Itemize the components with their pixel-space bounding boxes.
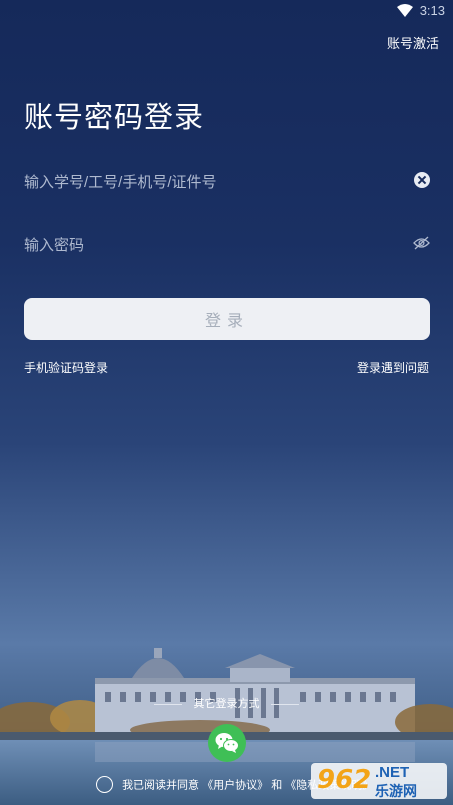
- watermark-number: 962: [317, 765, 372, 795]
- watermark-name: 乐游网: [375, 783, 417, 799]
- watermark-domain: .NET: [375, 764, 410, 781]
- login-screen: 3:13 账号激活 账号密码登录 登录 手机验证码登录 登录遇到问题: [0, 0, 453, 805]
- password-input[interactable]: [24, 228, 404, 262]
- password-field: [24, 228, 430, 262]
- user-agreement-link[interactable]: 《用户协议》: [202, 780, 268, 792]
- eye-off-icon[interactable]: [413, 236, 430, 250]
- account-field: [24, 165, 430, 199]
- other-login-methods: 其它登录方式: [0, 695, 453, 711]
- other-login-label: 其它登录方式: [193, 698, 260, 710]
- sms-login-link[interactable]: 手机验证码登录: [24, 359, 108, 376]
- agree-radio[interactable]: [96, 776, 113, 793]
- agreement-prefix: 我已阅读并同意: [122, 779, 200, 792]
- status-time: 3:13: [419, 3, 445, 18]
- login-button[interactable]: 登录: [24, 298, 430, 340]
- login-help-link[interactable]: 登录遇到问题: [357, 359, 429, 376]
- page-title: 账号密码登录: [24, 102, 205, 134]
- wechat-login-button[interactable]: [208, 724, 246, 762]
- divider-left: [154, 703, 183, 705]
- wifi-icon: [397, 4, 413, 17]
- agreement-connector: 和: [271, 779, 283, 792]
- status-bar: 3:13: [0, 0, 453, 22]
- divider-right: [270, 703, 299, 705]
- watermark-logo: 962 .NET 乐游网: [311, 763, 447, 799]
- clear-icon[interactable]: [414, 172, 430, 188]
- wechat-icon: [215, 733, 239, 753]
- account-input[interactable]: [24, 165, 404, 199]
- activate-account-link[interactable]: 账号激活: [387, 33, 439, 52]
